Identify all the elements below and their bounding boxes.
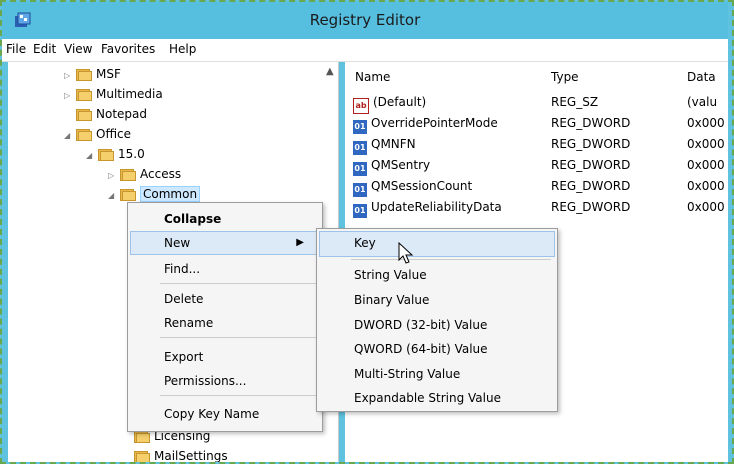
values-header: Name Type Data — [345, 67, 728, 89]
collapse-arrow-icon[interactable]: ◢ — [108, 186, 118, 206]
title-bar: Registry Editor — [2, 2, 728, 39]
menu-separator — [160, 395, 316, 396]
menu-separator — [160, 337, 316, 338]
menu-item-rename[interactable]: Rename — [164, 311, 213, 335]
binary-value-icon: 01 — [353, 141, 367, 155]
mouse-cursor-icon — [398, 242, 414, 264]
folder-icon — [120, 167, 136, 181]
tree-item[interactable]: ◢ 15.0 — [86, 144, 145, 164]
menu-item-permissions[interactable]: Permissions... — [164, 369, 246, 393]
binary-value-icon: 01 — [353, 183, 367, 197]
menu-item-new[interactable]: New ▶ — [164, 231, 314, 255]
tree-item[interactable]: ◢ Office — [64, 124, 131, 144]
folder-icon — [76, 67, 92, 81]
menu-bar: File Edit View Favorites Help — [2, 39, 728, 62]
column-header-data[interactable]: Data — [687, 70, 716, 84]
folder-icon — [76, 127, 92, 141]
menu-item-export[interactable]: Export — [164, 345, 203, 369]
binary-value-icon: 01 — [353, 120, 367, 134]
column-header-type[interactable]: Type — [551, 70, 579, 84]
expand-arrow-icon[interactable]: ▷ — [64, 86, 74, 106]
folder-icon — [134, 449, 150, 462]
submenu-item-dword-value[interactable]: DWORD (32-bit) Value — [354, 313, 487, 337]
submenu-item-qword-value[interactable]: QWORD (64-bit) Value — [354, 337, 488, 361]
folder-icon — [98, 147, 114, 161]
scroll-up-arrow-icon[interactable]: ▲ — [326, 66, 334, 77]
submenu-item-key[interactable]: Key — [354, 231, 376, 255]
menu-help[interactable]: Help — [169, 42, 196, 56]
menu-edit[interactable]: Edit — [33, 42, 56, 56]
submenu-item-binary-value[interactable]: Binary Value — [354, 288, 429, 312]
tree-item[interactable]: Notepad — [64, 104, 147, 124]
submenu-arrow-icon: ▶ — [296, 237, 304, 248]
collapse-arrow-icon[interactable]: ◢ — [64, 126, 74, 146]
value-row[interactable]: 01 UpdateReliabilityData REG_DWORD 0x000 — [345, 197, 728, 218]
expand-arrow-icon[interactable]: ▷ — [108, 166, 118, 186]
value-row[interactable]: 01 QMNFN REG_DWORD 0x000 — [345, 134, 728, 155]
new-submenu: Key String Value Binary Value DWORD (32-… — [316, 228, 558, 412]
menu-item-collapse[interactable]: Collapse — [164, 207, 221, 231]
folder-icon — [76, 87, 92, 101]
tree-item[interactable]: MailSettings — [134, 446, 228, 462]
menu-separator — [351, 259, 551, 260]
context-menu: Collapse New ▶ Find... Delete Rename Exp… — [127, 202, 323, 432]
tree-item[interactable]: ▷ Multimedia — [64, 84, 163, 104]
submenu-item-string-value[interactable]: String Value — [354, 263, 427, 287]
menu-file[interactable]: File — [6, 42, 26, 56]
menu-item-copy-key-name[interactable]: Copy Key Name — [164, 402, 259, 426]
menu-view[interactable]: View — [64, 42, 92, 56]
value-row[interactable]: 01 QMSessionCount REG_DWORD 0x000 — [345, 176, 728, 197]
menu-separator — [160, 283, 316, 284]
binary-value-icon: 01 — [353, 162, 367, 176]
value-row[interactable]: 01 QMSentry REG_DWORD 0x000 — [345, 155, 728, 176]
binary-value-icon: 01 — [353, 204, 367, 218]
menu-item-delete[interactable]: Delete — [164, 287, 203, 311]
tree-item[interactable]: ▷ Access — [108, 164, 181, 184]
folder-icon — [120, 187, 136, 201]
submenu-item-multi-string-value[interactable]: Multi-String Value — [354, 362, 460, 386]
expand-arrow-icon[interactable]: ▷ — [64, 66, 74, 86]
value-row[interactable]: ab (Default) REG_SZ (valu — [345, 92, 728, 114]
string-value-icon: ab — [353, 98, 369, 114]
tree-item-selected[interactable]: ◢ Common — [108, 184, 201, 206]
window-title: Registry Editor — [309, 11, 421, 29]
column-header-name[interactable]: Name — [355, 70, 390, 84]
folder-icon — [76, 107, 92, 121]
submenu-item-expandable-string-value[interactable]: Expandable String Value — [354, 386, 501, 410]
collapse-arrow-icon[interactable]: ◢ — [86, 146, 96, 166]
menu-favorites[interactable]: Favorites — [101, 42, 155, 56]
tree-item[interactable]: ▷ MSF — [64, 64, 121, 84]
value-row[interactable]: 01 OverridePointerMode REG_DWORD 0x000 — [345, 113, 728, 134]
menu-item-find[interactable]: Find... — [164, 257, 200, 281]
